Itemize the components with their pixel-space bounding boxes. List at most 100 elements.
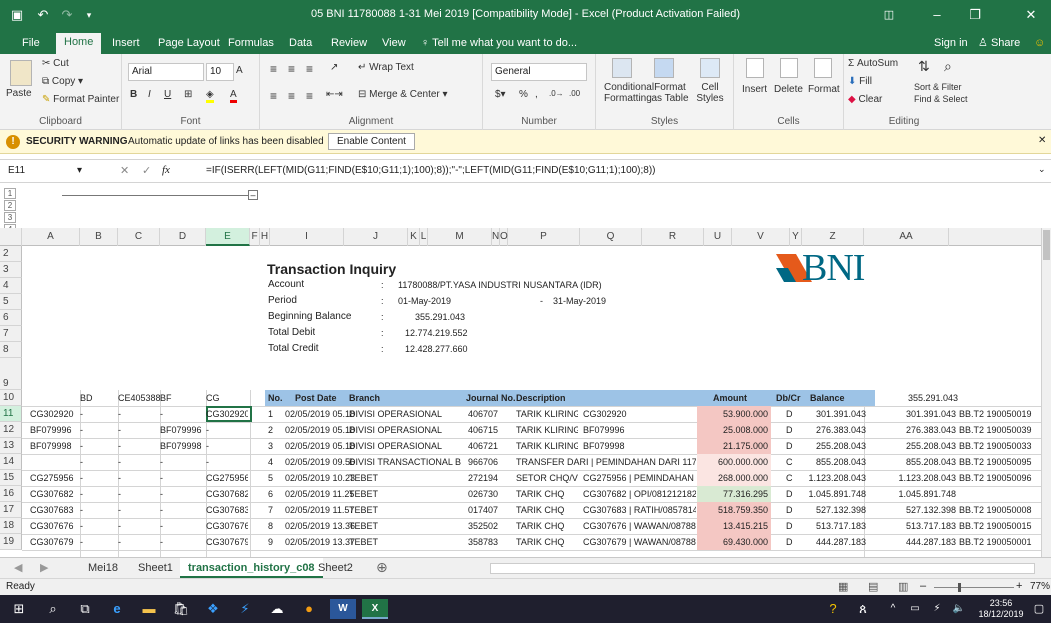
cell-c-14[interactable]: - xyxy=(118,454,121,470)
tx-journal-9[interactable]: 358783 xyxy=(468,534,498,550)
cell-e-18[interactable]: CG307676 xyxy=(206,518,248,534)
align-middle-icon[interactable]: ≡ xyxy=(288,62,295,76)
tx-post-date-8[interactable]: 02/05/2019 13.36 xyxy=(285,518,355,534)
name-box[interactable]: E11 ▾ xyxy=(4,163,88,180)
column-header-i[interactable]: I xyxy=(270,228,344,246)
copy-button[interactable]: ⧉ Copy ▾ xyxy=(42,76,83,87)
start-icon[interactable]: ⊞ xyxy=(6,599,32,619)
format-painter-button[interactable]: ✎ Format Painter xyxy=(42,94,119,105)
align-bottom-icon[interactable]: ≡ xyxy=(306,62,313,76)
tell-me-box[interactable]: ♀ Tell me what you want to do... xyxy=(413,34,585,54)
tx-journal-8[interactable]: 352502 xyxy=(468,518,498,534)
word-icon[interactable]: W xyxy=(330,599,356,619)
tx-description-detail-7[interactable]: CG307683 | RATIH/085781430916 xyxy=(583,502,696,518)
notifications-icon[interactable]: ▢ xyxy=(1026,599,1051,619)
cell-e-17[interactable]: CG307683 xyxy=(206,502,248,518)
tx-post-date-6[interactable]: 02/05/2019 11.25 xyxy=(285,486,354,502)
cell-e-14[interactable]: - xyxy=(206,454,248,470)
expand-formula-icon[interactable]: ⌄ xyxy=(1038,164,1046,175)
cell-z-18[interactable]: 513.717.183 xyxy=(896,518,956,534)
tx-description-9[interactable]: TARIK CHQ xyxy=(516,534,578,550)
store-icon[interactable]: 🛍 xyxy=(168,599,194,619)
tx-post-date-5[interactable]: 02/05/2019 10.23 xyxy=(285,470,355,486)
cell-z-14[interactable]: 855.208.043 xyxy=(896,454,956,470)
row-header-3[interactable]: 3 xyxy=(0,262,22,278)
outline-level-3[interactable]: 3 xyxy=(4,212,16,223)
row-header-18[interactable]: 18 xyxy=(0,518,22,534)
zoom-out-icon[interactable]: – xyxy=(920,580,926,592)
tx-branch-5[interactable]: TEBET xyxy=(349,470,461,486)
cell-e-11[interactable]: CG302920 xyxy=(206,406,248,422)
tab-formulas[interactable]: Formulas xyxy=(220,34,282,54)
tx-amount-7[interactable]: 518.759.350 xyxy=(700,502,768,518)
cell-d-17[interactable]: - xyxy=(160,502,163,518)
autosum-button[interactable]: Σ AutoSum xyxy=(848,58,898,69)
cell-b-19[interactable]: - xyxy=(80,534,83,550)
tx-description-detail-1[interactable]: CG302920 xyxy=(583,406,696,422)
zoom-slider[interactable] xyxy=(934,587,1014,588)
cell-styles-icon[interactable] xyxy=(700,58,720,78)
column-header-h[interactable]: H xyxy=(260,228,270,246)
tx-journal-6[interactable]: 026730 xyxy=(468,486,498,502)
enable-content-button[interactable]: Enable Content xyxy=(328,133,415,150)
tab-review[interactable]: Review xyxy=(323,34,375,54)
tx-description-detail-6[interactable]: CG307682 | OPI/081212182892 xyxy=(583,486,696,502)
cut-button[interactable]: ✂ Cut xyxy=(42,58,69,69)
decrease-decimal-icon[interactable]: .00 xyxy=(569,89,580,98)
tx-branch-1[interactable]: DIVISI OPERASIONAL xyxy=(349,406,461,422)
cell-e-15[interactable]: CG275956 xyxy=(206,470,248,486)
column-header-z[interactable]: Z xyxy=(802,228,864,246)
cell-d-13[interactable]: BF079998 xyxy=(160,438,202,454)
tab-file[interactable]: File xyxy=(14,34,48,54)
tx-dbcr-9[interactable]: D xyxy=(786,534,793,550)
tx-description-3[interactable]: TARIK KLIRING xyxy=(516,438,578,454)
font-size-select[interactable]: 10 xyxy=(206,63,234,81)
paste-button[interactable]: Paste xyxy=(6,88,32,99)
column-header-c[interactable]: C xyxy=(118,228,160,246)
cell-b-14[interactable]: - xyxy=(80,454,83,470)
row-header-4[interactable]: 4 xyxy=(0,278,22,294)
tx-balance-7[interactable]: 527.132.398 xyxy=(800,502,866,518)
row-header-13[interactable]: 13 xyxy=(0,438,22,454)
row-header-12[interactable]: 12 xyxy=(0,422,22,438)
cell-e10[interactable]: CG xyxy=(206,390,220,406)
tx-no-3[interactable]: 3 xyxy=(268,438,273,454)
cell-styles-button[interactable]: Cell Styles xyxy=(692,82,728,104)
clock[interactable]: 23:56 18/12/2019 xyxy=(976,598,1026,620)
find-select-button[interactable]: Find & Select xyxy=(914,94,968,104)
tx-balance-9[interactable]: 444.287.183 xyxy=(800,534,866,550)
increase-decimal-icon[interactable]: .0→ xyxy=(549,89,564,98)
tab-insert[interactable]: Insert xyxy=(104,34,148,54)
paste-icon[interactable] xyxy=(10,60,32,86)
tx-description-4[interactable]: TRANSFER DARI | PEMINDAHAN DARI 11768072… xyxy=(516,454,696,470)
tx-no-7[interactable]: 7 xyxy=(268,502,273,518)
delete-button[interactable]: Delete xyxy=(774,84,803,95)
align-top-icon[interactable]: ≡ xyxy=(270,62,277,76)
cell-aa-17[interactable]: BB.T2 190050008 xyxy=(959,502,1039,518)
borders-icon[interactable]: ⊞ xyxy=(184,89,192,100)
column-header-n[interactable]: N xyxy=(492,228,500,246)
cell-b-17[interactable]: - xyxy=(80,502,83,518)
cell-c-17[interactable]: - xyxy=(118,502,121,518)
tx-journal-1[interactable]: 406707 xyxy=(468,406,498,422)
tx-description-detail-3[interactable]: BF079998 xyxy=(583,438,696,454)
tx-description-1[interactable]: TARIK KLIRING xyxy=(516,406,578,422)
cell-c10[interactable]: CE405388 xyxy=(118,390,161,406)
format-button[interactable]: Format xyxy=(808,84,840,95)
cell-a-15[interactable]: CG275956 xyxy=(30,470,74,486)
column-header-o[interactable]: O xyxy=(500,228,508,246)
format-cells-icon[interactable] xyxy=(814,58,832,78)
cell-e-12[interactable]: - xyxy=(206,422,248,438)
tx-dbcr-5[interactable]: C xyxy=(786,470,793,486)
sign-in-link[interactable]: Sign in xyxy=(926,34,976,54)
tx-balance-8[interactable]: 513.717.183 xyxy=(800,518,866,534)
cell-b-16[interactable]: - xyxy=(80,486,83,502)
tx-branch-4[interactable]: DIVISI TRANSACTIONAL BANKIN xyxy=(349,454,461,470)
underline-icon[interactable]: U xyxy=(164,89,171,100)
horizontal-scrollbar[interactable] xyxy=(490,563,1035,574)
column-header-m[interactable]: M xyxy=(428,228,492,246)
tx-journal-3[interactable]: 406721 xyxy=(468,438,498,454)
tx-dbcr-4[interactable]: C xyxy=(786,454,793,470)
align-left-icon[interactable]: ≡ xyxy=(270,89,277,103)
people-icon[interactable]: ጰ xyxy=(850,599,876,619)
